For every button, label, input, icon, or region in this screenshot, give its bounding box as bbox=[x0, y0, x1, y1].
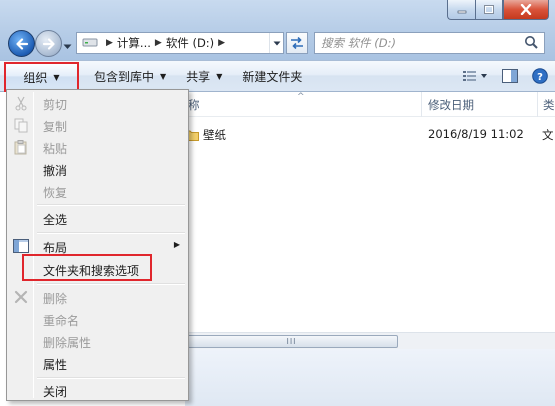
menu-item-label: 复制 bbox=[43, 120, 68, 134]
file-date: 2016/8/19 11:02 bbox=[428, 127, 524, 141]
refresh-icon bbox=[291, 37, 303, 49]
include-in-library-button[interactable]: 包含到库中 ▼ bbox=[84, 61, 176, 91]
drive-icon bbox=[82, 36, 98, 51]
refresh-button[interactable] bbox=[286, 32, 308, 54]
paste-icon bbox=[13, 139, 29, 155]
file-name: 壁纸 bbox=[203, 128, 226, 142]
breadcrumb-separator[interactable]: ▶ bbox=[106, 38, 113, 48]
close-icon bbox=[520, 4, 532, 15]
back-button[interactable] bbox=[8, 30, 35, 57]
horizontal-scrollbar[interactable]: III bbox=[185, 332, 555, 349]
caption-buttons bbox=[447, 0, 549, 20]
close-button[interactable] bbox=[503, 0, 549, 20]
recent-pages-button[interactable] bbox=[63, 39, 72, 53]
column-divider[interactable] bbox=[537, 92, 538, 117]
menu-item-remove-properties[interactable]: 删除属性 bbox=[7, 330, 188, 352]
search-box[interactable]: 搜索 软件 (D:) bbox=[314, 32, 545, 54]
menu-item-undo[interactable]: 撤消 bbox=[7, 158, 188, 180]
menu-item-label: 恢复 bbox=[43, 186, 68, 200]
minimize-button[interactable] bbox=[447, 0, 475, 20]
sort-indicator-icon: ^ bbox=[297, 92, 305, 102]
forward-button[interactable] bbox=[35, 30, 62, 57]
new-folder-label: 新建文件夹 bbox=[242, 69, 303, 84]
arrow-right-icon bbox=[42, 37, 55, 50]
scrollbar-grip: III bbox=[286, 337, 297, 346]
change-view-button[interactable] bbox=[455, 61, 495, 91]
details-pane bbox=[185, 349, 555, 406]
copy-icon bbox=[13, 117, 29, 133]
preview-pane-icon bbox=[502, 69, 518, 83]
menu-item-label: 属性 bbox=[43, 358, 68, 372]
arrow-left-icon bbox=[15, 37, 28, 50]
maximize-icon bbox=[484, 4, 494, 14]
menu-item-label: 删除属性 bbox=[43, 336, 92, 350]
menu-separator bbox=[37, 283, 185, 285]
menu-item-copy[interactable]: 复制 bbox=[7, 114, 188, 136]
breadcrumb-separator[interactable]: ▶ bbox=[218, 38, 225, 48]
include-in-library-label: 包含到库中 bbox=[94, 69, 155, 84]
share-button[interactable]: 共享 ▼ bbox=[176, 61, 232, 91]
view-list-icon bbox=[463, 71, 487, 81]
breadcrumb-drive-d[interactable]: 软件 (D:) bbox=[166, 35, 214, 51]
menu-item-rename[interactable]: 重命名 bbox=[7, 308, 188, 330]
menu-item-label: 粘贴 bbox=[43, 142, 68, 156]
search-icon[interactable] bbox=[524, 35, 538, 52]
new-folder-button[interactable]: 新建文件夹 bbox=[232, 61, 312, 91]
chevron-down-icon bbox=[273, 41, 280, 45]
address-dropdown-button[interactable] bbox=[269, 33, 283, 53]
chevron-down-icon: ▼ bbox=[160, 71, 167, 81]
file-type: 文 bbox=[542, 128, 554, 142]
chevron-down-icon: ▼ bbox=[216, 71, 223, 81]
organize-menu: 剪切 复制 粘贴 撤消 恢复 全选 布局 ▶ 文件夹和搜索选项 删除 重命名 删… bbox=[6, 89, 189, 401]
menu-separator bbox=[37, 204, 185, 206]
menu-item-properties[interactable]: 属性 bbox=[7, 352, 188, 374]
preview-pane-button[interactable] bbox=[495, 61, 525, 91]
scissors-icon bbox=[13, 95, 29, 111]
delete-x-icon bbox=[13, 289, 29, 305]
table-row[interactable]: 壁纸 2016/8/19 11:02 文 bbox=[185, 125, 555, 145]
column-headers: ^ 称 修改日期 类 bbox=[185, 92, 555, 117]
menu-item-cut[interactable]: 剪切 bbox=[7, 92, 188, 114]
chevron-down-icon bbox=[63, 44, 72, 49]
organize-button[interactable]: 组织 ▼ bbox=[4, 62, 79, 92]
menu-item-delete[interactable]: 删除 bbox=[7, 286, 188, 308]
column-header-name[interactable]: 称 bbox=[188, 97, 200, 113]
help-icon: ? bbox=[532, 68, 548, 84]
menu-item-paste[interactable]: 粘贴 bbox=[7, 136, 188, 158]
menu-item-label: 全选 bbox=[43, 213, 68, 227]
command-bar: 包含到库中 ▼ 共享 ▼ 新建文件夹 ? bbox=[0, 60, 555, 92]
menu-item-label: 撤消 bbox=[43, 164, 68, 178]
column-divider[interactable] bbox=[421, 92, 422, 117]
menu-separator bbox=[37, 232, 185, 234]
organize-label: 组织 bbox=[23, 70, 48, 85]
submenu-arrow-icon: ▶ bbox=[173, 240, 180, 249]
window-frame: ▶ 计算... ▶ 软件 (D:) ▶ 搜索 软件 (D:) bbox=[0, 0, 555, 60]
minimize-icon bbox=[457, 10, 466, 13]
breadcrumb-computer[interactable]: 计算... bbox=[117, 35, 151, 51]
share-label: 共享 bbox=[186, 69, 211, 84]
menu-item-redo[interactable]: 恢复 bbox=[7, 180, 188, 202]
breadcrumb-separator[interactable]: ▶ bbox=[155, 38, 162, 48]
search-placeholder[interactable]: 搜索 软件 (D:) bbox=[321, 35, 396, 51]
column-header-date[interactable]: 修改日期 bbox=[428, 97, 474, 113]
chevron-down-icon: ▼ bbox=[53, 72, 60, 82]
menu-item-close[interactable]: 关闭 bbox=[7, 379, 188, 401]
column-header-type[interactable]: 类 bbox=[543, 97, 555, 113]
annotation-highlight-box bbox=[22, 254, 152, 281]
menu-item-label: 关闭 bbox=[43, 385, 68, 399]
menu-item-label: 重命名 bbox=[43, 314, 80, 328]
help-button[interactable]: ? bbox=[525, 61, 555, 91]
scrollbar-thumb[interactable]: III bbox=[185, 335, 398, 348]
menu-item-label: 删除 bbox=[43, 292, 68, 306]
svg-text:?: ? bbox=[537, 72, 543, 83]
address-bar[interactable]: ▶ 计算... ▶ 软件 (D:) ▶ bbox=[76, 32, 284, 54]
menu-item-label: 剪切 bbox=[43, 98, 68, 112]
layout-icon bbox=[13, 238, 29, 254]
maximize-button[interactable] bbox=[475, 0, 503, 20]
menu-item-select-all[interactable]: 全选 bbox=[7, 207, 188, 229]
